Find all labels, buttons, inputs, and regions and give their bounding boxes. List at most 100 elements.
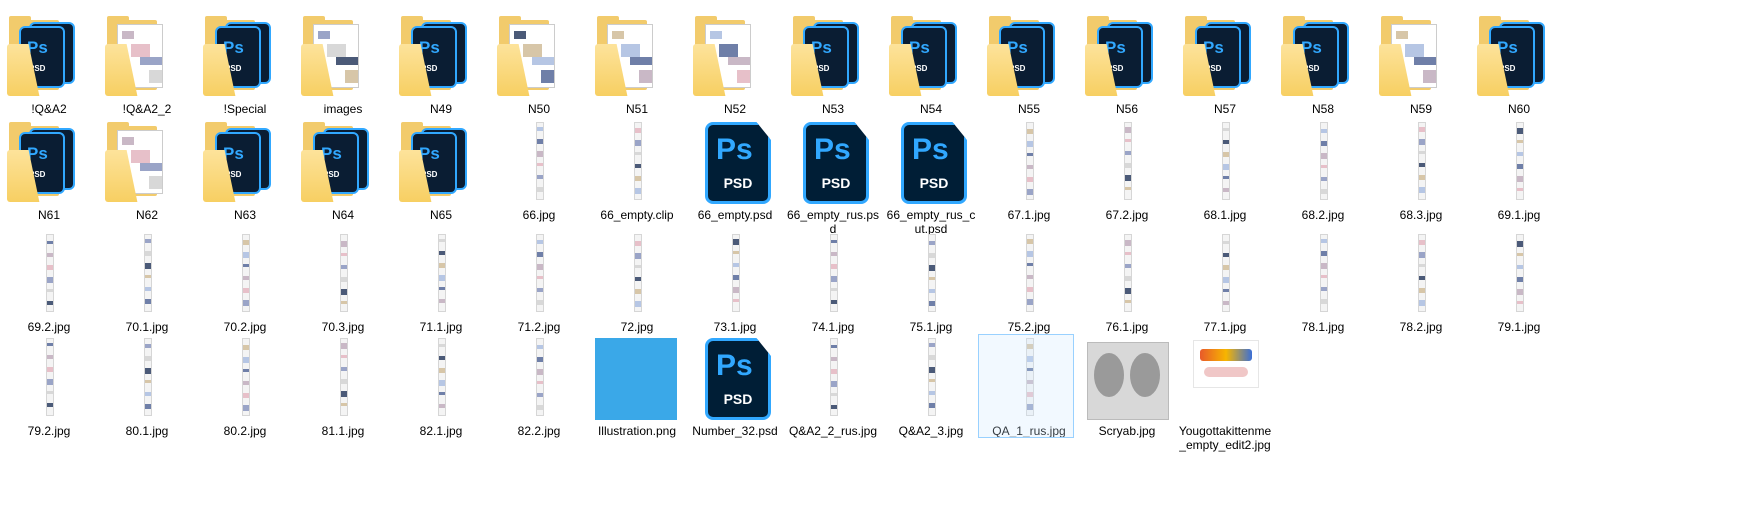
file-name: !Q&A2_2 xyxy=(122,102,172,116)
file-item[interactable]: Q&A2_3.jpg xyxy=(882,336,980,438)
file-item[interactable]: !Q&A2_2 xyxy=(98,14,196,116)
file-item[interactable]: 69.2.jpg xyxy=(0,232,98,334)
file-item[interactable]: Ps PSD N55 xyxy=(980,14,1078,116)
file-item[interactable]: 76.1.jpg xyxy=(1078,232,1176,334)
file-item[interactable]: 81.1.jpg xyxy=(294,336,392,438)
file-name: N65 xyxy=(429,208,452,222)
file-item[interactable]: 78.1.jpg xyxy=(1274,232,1372,334)
file-item[interactable]: Ps PSD N56 xyxy=(1078,14,1176,116)
file-item[interactable]: 82.2.jpg xyxy=(490,336,588,438)
file-name: 74.1.jpg xyxy=(811,320,855,334)
file-item[interactable]: Scryab.jpg xyxy=(1078,336,1176,438)
image-thumbnail xyxy=(1183,336,1267,420)
file-item[interactable]: Ps PSD 66_empty.psd xyxy=(686,120,784,222)
file-item[interactable]: QA_1_rus.jpg xyxy=(978,334,1078,438)
file-item[interactable]: N59 xyxy=(1372,14,1470,116)
file-name: N51 xyxy=(625,102,648,116)
image-thumbnail xyxy=(203,336,287,420)
file-item[interactable]: 79.1.jpg xyxy=(1470,232,1568,334)
file-name: N59 xyxy=(1409,102,1432,116)
file-item[interactable]: 71.1.jpg xyxy=(392,232,490,334)
file-name: N53 xyxy=(821,102,844,116)
file-item[interactable]: Ps PSD N61 xyxy=(0,120,98,222)
file-item[interactable]: images xyxy=(294,14,392,116)
file-name: 78.2.jpg xyxy=(1399,320,1443,334)
file-item[interactable]: Illustration.png xyxy=(588,336,686,438)
file-name: N58 xyxy=(1311,102,1334,116)
file-item[interactable]: 75.2.jpg xyxy=(980,232,1078,334)
file-item[interactable]: 70.3.jpg xyxy=(294,232,392,334)
image-thumbnail xyxy=(1183,232,1267,316)
file-item[interactable]: 68.3.jpg xyxy=(1372,120,1470,222)
file-item[interactable]: 79.2.jpg xyxy=(0,336,98,438)
image-thumbnail xyxy=(497,232,581,316)
folder-icon: Ps PSD xyxy=(7,14,91,98)
image-thumbnail xyxy=(791,232,875,316)
file-item[interactable]: Ps PSD Number_32.psd xyxy=(686,336,784,438)
file-item[interactable]: 74.1.jpg xyxy=(784,232,882,334)
file-item[interactable]: N51 xyxy=(588,14,686,116)
file-item[interactable]: 66_empty.clip xyxy=(588,120,686,222)
image-thumbnail xyxy=(889,336,973,420)
file-name: 72.jpg xyxy=(620,320,654,334)
file-item[interactable]: 70.1.jpg xyxy=(98,232,196,334)
folder-icon: Ps PSD xyxy=(1183,14,1267,98)
folder-icon: Ps PSD xyxy=(301,120,385,204)
file-item[interactable]: Ps PSD N49 xyxy=(392,14,490,116)
file-item[interactable]: N62 xyxy=(98,120,196,222)
file-item[interactable]: 68.1.jpg xyxy=(1176,120,1274,222)
file-item[interactable]: 82.1.jpg xyxy=(392,336,490,438)
image-thumbnail xyxy=(987,120,1071,204)
file-item[interactable]: Yougottakittenme_empty_edit2.jpg xyxy=(1176,336,1274,452)
file-name: N60 xyxy=(1507,102,1530,116)
file-item[interactable]: Ps PSD !Q&A2 xyxy=(0,14,98,116)
image-thumbnail xyxy=(1477,232,1561,316)
file-item[interactable]: Ps PSD !Special xyxy=(196,14,294,116)
file-item[interactable]: 80.2.jpg xyxy=(196,336,294,438)
file-name: 70.3.jpg xyxy=(321,320,365,334)
image-thumbnail xyxy=(1281,232,1365,316)
file-item[interactable]: Ps PSD N60 xyxy=(1470,14,1568,116)
image-thumbnail xyxy=(301,336,385,420)
file-name: 75.2.jpg xyxy=(1007,320,1051,334)
file-item[interactable]: Ps PSD N53 xyxy=(784,14,882,116)
file-name: 66_empty.psd xyxy=(697,208,773,222)
folder-icon: Ps PSD xyxy=(1477,14,1561,98)
image-thumbnail xyxy=(399,232,483,316)
file-item[interactable]: 77.1.jpg xyxy=(1176,232,1274,334)
file-item[interactable]: 73.1.jpg xyxy=(686,232,784,334)
file-item[interactable]: Ps PSD N57 xyxy=(1176,14,1274,116)
file-item[interactable]: Ps PSD N54 xyxy=(882,14,980,116)
folder-icon: Ps PSD xyxy=(399,14,483,98)
image-thumbnail xyxy=(497,336,581,420)
file-item[interactable]: 80.1.jpg xyxy=(98,336,196,438)
file-item[interactable]: Ps PSD 66_empty_rus.psd xyxy=(784,120,882,236)
file-item[interactable]: Ps PSD N65 xyxy=(392,120,490,222)
file-item[interactable]: 71.2.jpg xyxy=(490,232,588,334)
file-item[interactable]: 67.2.jpg xyxy=(1078,120,1176,222)
file-item[interactable]: Ps PSD 66_empty_rus_cut.psd xyxy=(882,120,980,236)
file-name: Q&A2_2_rus.jpg xyxy=(788,424,878,438)
file-name: N50 xyxy=(527,102,550,116)
file-item[interactable]: N52 xyxy=(686,14,784,116)
file-item[interactable]: Q&A2_2_rus.jpg xyxy=(784,336,882,438)
file-item[interactable]: Ps PSD N64 xyxy=(294,120,392,222)
file-item[interactable]: 66.jpg xyxy=(490,120,588,222)
file-item[interactable]: 78.2.jpg xyxy=(1372,232,1470,334)
file-item[interactable]: 70.2.jpg xyxy=(196,232,294,334)
file-item[interactable]: Ps PSD N63 xyxy=(196,120,294,222)
folder-icon: Ps PSD xyxy=(1281,14,1365,98)
image-thumbnail xyxy=(1085,336,1169,420)
file-item[interactable]: N50 xyxy=(490,14,588,116)
file-item[interactable]: 67.1.jpg xyxy=(980,120,1078,222)
folder-icon xyxy=(693,14,777,98)
image-thumbnail xyxy=(791,336,875,420)
file-item[interactable]: 75.1.jpg xyxy=(882,232,980,334)
file-item[interactable]: 69.1.jpg xyxy=(1470,120,1568,222)
file-item[interactable]: 72.jpg xyxy=(588,232,686,334)
file-item[interactable]: 68.2.jpg xyxy=(1274,120,1372,222)
file-name: Q&A2_3.jpg xyxy=(898,424,964,438)
file-name: Number_32.psd xyxy=(692,424,778,438)
file-item[interactable]: Ps PSD N58 xyxy=(1274,14,1372,116)
psd-file-icon: Ps PSD xyxy=(791,120,875,204)
